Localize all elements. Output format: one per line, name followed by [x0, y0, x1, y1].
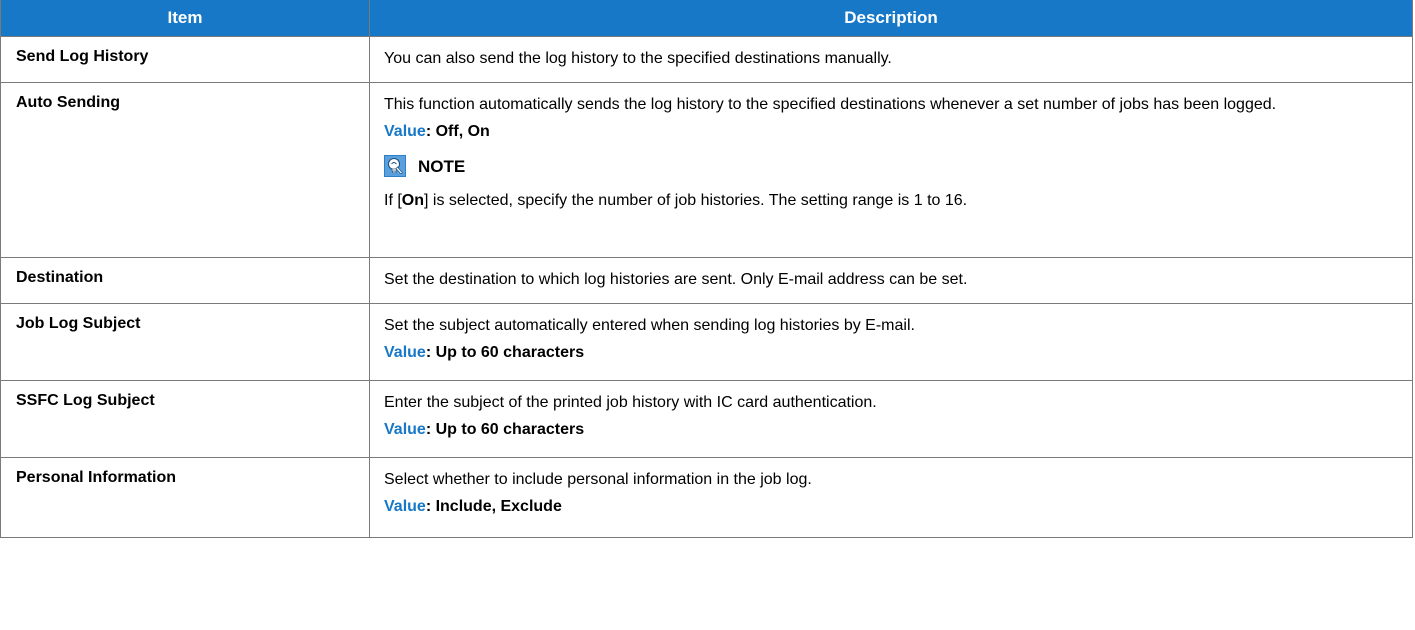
value-line: Value: Up to 60 characters	[384, 419, 1398, 440]
table-row-auto-sending: Auto Sending This function automatically…	[0, 82, 1413, 258]
item-description: Select whether to include personal infor…	[369, 457, 1413, 538]
item-name: Job Log Subject	[0, 303, 370, 381]
table-row-ssfc-log-subject: SSFC Log Subject Enter the subject of th…	[0, 380, 1413, 458]
value-text: : Up to 60 characters	[425, 421, 585, 438]
note-text: If [On] is selected, specify the number …	[384, 190, 1398, 211]
value-text: : Include, Exclude	[425, 498, 562, 515]
item-description: Set the subject automatically entered wh…	[369, 303, 1413, 381]
note-text-before: If [	[384, 192, 402, 209]
value-label: Value	[384, 421, 426, 438]
value-line: Value: Up to 60 characters	[384, 342, 1398, 363]
value-line: Value: Off, On	[384, 121, 1398, 142]
item-name: Auto Sending	[0, 82, 370, 258]
table-row-job-log-subject: Job Log Subject Set the subject automati…	[0, 303, 1413, 381]
table-header-row: Item Description	[0, 0, 1413, 37]
settings-table: Item Description Send Log History You ca…	[0, 0, 1413, 538]
item-name: Personal Information	[0, 457, 370, 538]
description-text: Select whether to include personal infor…	[384, 471, 812, 488]
note-text-after: ] is selected, specify the number of job…	[424, 192, 968, 209]
header-description: Description	[369, 0, 1413, 37]
item-name: Send Log History	[0, 36, 370, 83]
item-description: Enter the subject of the printed job his…	[369, 380, 1413, 458]
value-line: Value: Include, Exclude	[384, 496, 1398, 517]
table-row-personal-information: Personal Information Select whether to i…	[0, 457, 1413, 538]
description-text: Set the subject automatically entered wh…	[384, 317, 915, 334]
table-row-send-log-history: Send Log History You can also send the l…	[0, 36, 1413, 83]
table-row-destination: Destination Set the destination to which…	[0, 257, 1413, 304]
description-text: You can also send the log history to the…	[384, 50, 892, 67]
description-text: This function automatically sends the lo…	[384, 96, 1277, 113]
description-text: Set the destination to which log histori…	[384, 271, 968, 288]
value-label: Value	[384, 344, 426, 361]
item-name: Destination	[0, 257, 370, 304]
header-item: Item	[0, 0, 370, 37]
note-header: NOTE	[384, 154, 1398, 178]
note-text-bold: On	[401, 192, 424, 209]
value-text: : Off, On	[425, 123, 490, 140]
note-lightbulb-icon	[384, 155, 406, 177]
item-description: Set the destination to which log histori…	[369, 257, 1413, 304]
description-text: Enter the subject of the printed job his…	[384, 394, 877, 411]
item-description: You can also send the log history to the…	[369, 36, 1413, 83]
item-name: SSFC Log Subject	[0, 380, 370, 458]
note-title: NOTE	[418, 156, 466, 176]
value-label: Value	[384, 498, 426, 515]
value-text: : Up to 60 characters	[425, 344, 585, 361]
item-description: This function automatically sends the lo…	[369, 82, 1413, 258]
value-label: Value	[384, 123, 426, 140]
